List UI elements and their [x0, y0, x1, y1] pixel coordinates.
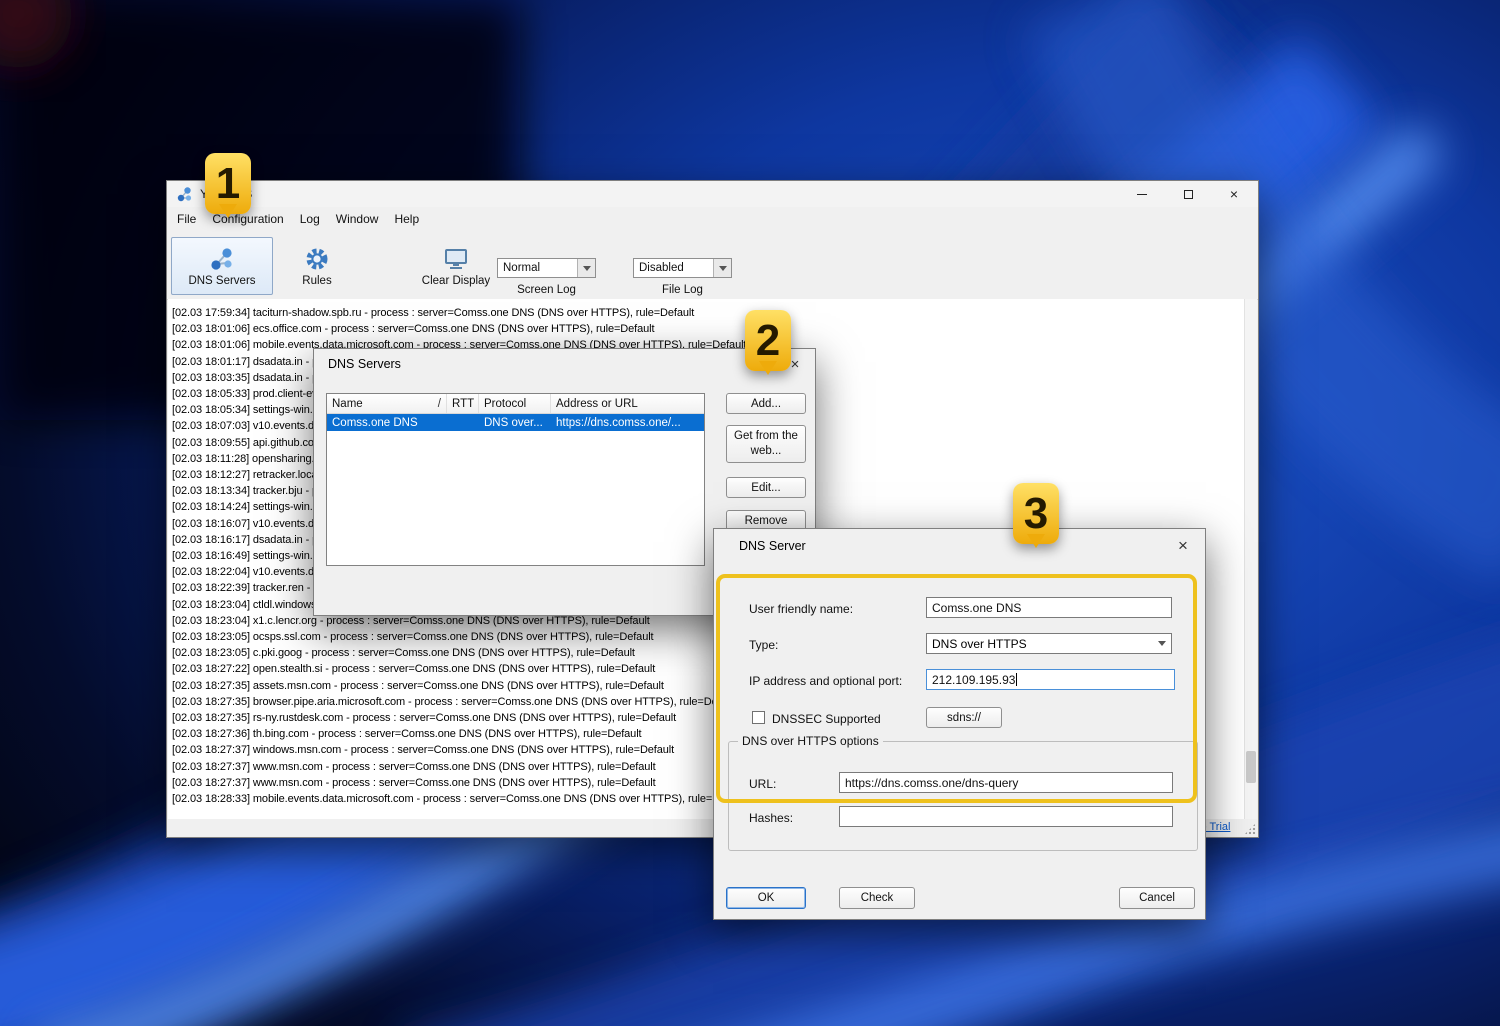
maximize-button[interactable] — [1165, 181, 1211, 207]
app-icon — [177, 186, 192, 201]
callout-badge-2: 2 — [745, 310, 791, 371]
menu-configuration[interactable]: Configuration — [204, 212, 291, 226]
doh-options-group — [728, 741, 1198, 851]
toolbar-dns-servers-label: DNS Servers — [188, 274, 256, 287]
window-controls: × — [1119, 181, 1257, 207]
table-header: Name / RTT Protocol Address or URL — [327, 394, 704, 414]
dns-server-dialog-title[interactable]: DNS Server — [714, 529, 1205, 563]
file-log-label: File Log — [662, 284, 703, 296]
dns-servers-dialog-title[interactable]: DNS Servers — [314, 349, 815, 379]
cell-address: https://dns.comss.one/... — [556, 416, 681, 429]
dns-servers-icon — [211, 247, 232, 270]
toolbar-rules-button[interactable]: Rules — [285, 237, 349, 295]
text-caret — [1016, 673, 1018, 686]
type-select[interactable]: DNS over HTTPS — [926, 633, 1172, 654]
dns-servers-table: Name / RTT Protocol Address or URL Comss… — [326, 393, 705, 566]
menu-window[interactable]: Window — [328, 212, 387, 226]
type-label: Type: — [749, 638, 779, 652]
screen-log-group: Normal Screen Log — [497, 258, 596, 296]
column-header-protocol[interactable]: Protocol — [479, 394, 551, 413]
ip-address-field[interactable]: 212.109.195.93 — [926, 669, 1175, 690]
close-button[interactable]: × — [1211, 181, 1257, 207]
toolbar-clear-display-button[interactable]: Clear Display — [407, 237, 505, 295]
callout-badge-1: 1 — [205, 153, 251, 214]
callout-badge-3: 3 — [1013, 483, 1059, 544]
ok-button[interactable]: OK — [726, 887, 806, 909]
maximize-icon — [1183, 189, 1193, 199]
rules-icon — [306, 248, 328, 269]
close-icon: × — [1229, 186, 1239, 202]
user-friendly-name-field[interactable]: Comss.one DNS — [926, 597, 1172, 618]
screen-log-label: Screen Log — [517, 284, 576, 296]
url-field[interactable]: https://dns.comss.one/dns-query — [839, 772, 1173, 793]
column-header-address[interactable]: Address or URL — [551, 394, 704, 413]
file-log-select[interactable]: Disabled — [633, 258, 732, 278]
log-scrollbar-thumb[interactable] — [1246, 751, 1256, 783]
user-friendly-name-label: User friendly name: — [749, 602, 854, 616]
cell-name: Comss.one DNS — [332, 416, 418, 429]
dns-server-close-button[interactable]: × — [1173, 536, 1193, 555]
desktop: YogaDNS × File Configuration Log Window … — [0, 0, 1500, 1026]
log-line: [02.03 17:59:34] taciturn-shadow.spb.ru … — [172, 307, 695, 319]
log-scrollbar[interactable] — [1244, 299, 1257, 820]
cancel-button[interactable]: Cancel — [1119, 887, 1195, 909]
dnssec-checkbox[interactable] — [752, 711, 765, 724]
minimize-icon — [1137, 193, 1147, 195]
menu-log[interactable]: Log — [292, 212, 328, 226]
titlebar[interactable]: YogaDNS × — [167, 181, 1258, 207]
add-button[interactable]: Add... — [726, 393, 806, 414]
cell-protocol: DNS over... — [484, 416, 543, 429]
toolbar: DNS Servers Rules Clear Display Normal S… — [167, 231, 1258, 300]
log-line: [02.03 18:01:06] ecs.office.com - proces… — [172, 323, 655, 336]
ip-address-label: IP address and optional port: — [749, 674, 903, 688]
url-label: URL: — [749, 777, 777, 791]
dns-server-dialog: DNS Server × User friendly name: Comss.o… — [713, 528, 1206, 920]
toolbar-dns-servers-button[interactable]: DNS Servers — [171, 237, 273, 295]
close-icon: × — [1178, 536, 1188, 555]
clear-display-icon — [445, 248, 467, 269]
chevron-down-icon — [1152, 634, 1171, 653]
get-from-web-button[interactable]: Get from the web... — [726, 425, 806, 463]
toolbar-rules-label: Rules — [302, 274, 332, 287]
chevron-down-icon — [713, 259, 731, 277]
dnssec-label: DNSSEC Supported — [772, 712, 881, 726]
check-button[interactable]: Check — [839, 887, 915, 909]
hashes-field[interactable] — [839, 806, 1173, 827]
chevron-down-icon — [577, 259, 595, 277]
resize-grip[interactable] — [1244, 823, 1256, 835]
sdns-button[interactable]: sdns:// — [926, 707, 1002, 728]
column-header-rtt[interactable]: RTT — [447, 394, 479, 413]
doh-options-group-label: DNS over HTTPS options — [738, 734, 883, 748]
menu-file[interactable]: File — [169, 212, 204, 226]
menu-help[interactable]: Help — [386, 212, 427, 226]
edit-button[interactable]: Edit... — [726, 477, 806, 498]
file-log-value: Disabled — [639, 262, 684, 274]
file-log-group: Disabled File Log — [633, 258, 732, 296]
column-header-name[interactable]: Name / — [327, 394, 447, 413]
toolbar-clear-display-label: Clear Display — [421, 274, 491, 287]
menubar: File Configuration Log Window Help — [167, 207, 1258, 231]
close-icon: × — [790, 355, 800, 373]
screen-log-value: Normal — [503, 262, 541, 274]
screen-log-select[interactable]: Normal — [497, 258, 596, 278]
minimize-button[interactable] — [1119, 181, 1165, 207]
sort-indicator-icon: / — [437, 397, 441, 410]
table-row-selected[interactable]: Comss.one DNS DNS over... https://dns.co… — [327, 414, 704, 431]
hashes-label: Hashes: — [749, 811, 794, 825]
